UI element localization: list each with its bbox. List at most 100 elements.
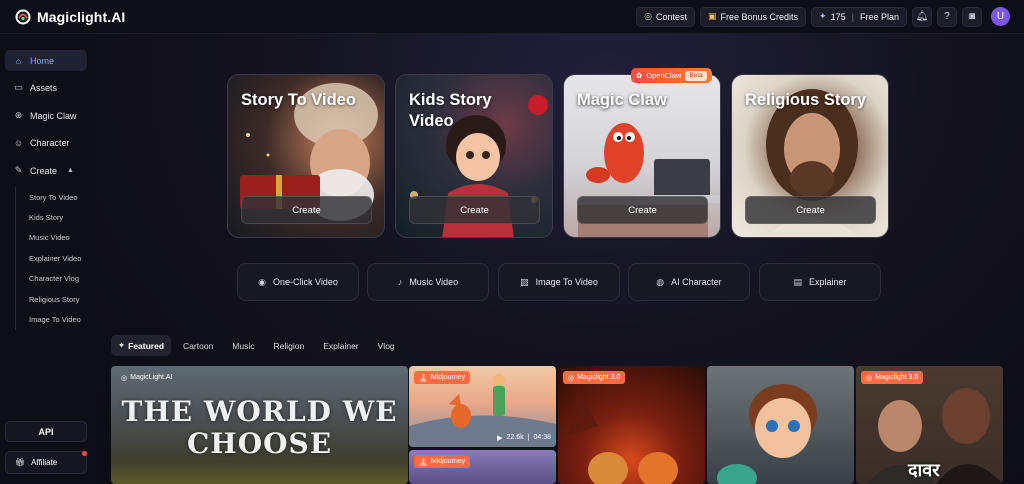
- subnav-character-vlog[interactable]: Character Vlog: [16, 269, 95, 289]
- sidebar-item-label: Home: [30, 55, 55, 66]
- gallery-item[interactable]: [707, 366, 854, 484]
- tab-vlog[interactable]: Vlog: [371, 335, 402, 356]
- home-icon: ⌂: [15, 55, 22, 66]
- contest-icon: ◎: [644, 11, 652, 21]
- gallery-item[interactable]: ◎ Magiclight 3.0: [558, 366, 705, 484]
- subnav-explainer-video[interactable]: Explainer Video: [16, 248, 95, 268]
- openclaw-badge: ✿ OpenClaw Beta: [631, 68, 712, 83]
- boy-illustration: [717, 384, 817, 484]
- brand[interactable]: Magiclight.AI: [0, 9, 125, 25]
- api-button[interactable]: API: [5, 421, 87, 442]
- card-title: Religious Story: [745, 91, 867, 109]
- music-video-button[interactable]: ♪ Music Video: [367, 263, 489, 301]
- book-icon: ▤: [793, 276, 802, 287]
- divider: |: [527, 434, 530, 441]
- quick-action-label: AI Character: [671, 277, 722, 287]
- sidebar-item-assets[interactable]: ▭ Assets: [5, 77, 87, 98]
- affiliate-button[interactable]: 🎁︎ Affiliate: [5, 451, 87, 474]
- claw-icon: ✿: [636, 71, 643, 80]
- video-title-overlay: THE WORLD WE CHOOSE: [121, 395, 398, 460]
- sidebar-item-create[interactable]: ✎ Create ▲: [5, 160, 87, 181]
- subnav-religious-story[interactable]: Religious Story: [16, 289, 95, 309]
- feature-card-story-to-video[interactable]: Story To Video Create: [227, 74, 385, 238]
- gallery-item[interactable]: ◎ MagicLight.AI THE WORLD WE CHOOSE: [111, 366, 408, 484]
- badge-label: Midjourney: [430, 374, 466, 381]
- subnav-music-video[interactable]: Music Video: [16, 228, 95, 248]
- source-badge: ⛵︎ Midjourney: [414, 371, 471, 384]
- avatar[interactable]: U: [991, 7, 1010, 26]
- badge-label: MagicLight.AI: [130, 374, 173, 381]
- sidebar: ⌂ Home ▭ Assets ⊛ Magic Claw ☺ Character…: [0, 34, 96, 484]
- tab-cartoon[interactable]: Cartoon: [176, 335, 220, 356]
- tab-explainer[interactable]: Explainer: [316, 335, 365, 356]
- character-icon: ☺: [13, 137, 24, 148]
- gift-icon: 🎁︎: [15, 458, 26, 467]
- sidebar-item-label: Character: [30, 137, 70, 148]
- sidebar-item-home[interactable]: ⌂ Home: [5, 50, 87, 71]
- sidebar-item-label: Magic Claw: [30, 110, 77, 121]
- chevron-up-icon: ▲: [67, 167, 74, 174]
- contest-label: Contest: [655, 11, 687, 22]
- one-click-video-button[interactable]: ◉ One-Click Video: [237, 263, 359, 301]
- brand-name: Magiclight.AI: [37, 8, 126, 25]
- quick-action-label: Music Video: [409, 277, 459, 287]
- gallery-item[interactable]: ⛵︎ Midjourney ▶ 22.6k | 04:38: [409, 366, 556, 447]
- magiclight-logo-icon: ◎: [121, 374, 128, 382]
- discord-icon: ◙: [968, 11, 976, 22]
- openclaw-label: OpenClaw: [646, 71, 682, 80]
- create-button[interactable]: Create: [241, 196, 372, 224]
- credits-star-icon: ✦: [819, 11, 827, 21]
- midjourney-icon: ⛵︎: [419, 374, 428, 382]
- views-count: 22.6k: [506, 434, 524, 441]
- gallery-item[interactable]: ⛵︎ Midjourney: [409, 450, 556, 484]
- credits-count: 175: [830, 11, 846, 22]
- create-button[interactable]: Create: [577, 196, 708, 224]
- help-button[interactable]: ?: [937, 6, 957, 27]
- folder-icon: ▭: [14, 82, 23, 92]
- music-note-icon: ♪: [397, 277, 403, 287]
- card-title: Kids Story Video: [409, 91, 492, 130]
- source-badge: ⛵︎ Midjourney: [414, 455, 471, 468]
- free-bonus-credits-button[interactable]: ▣ Free Bonus Credits: [699, 6, 807, 27]
- ai-character-button[interactable]: ◍ AI Character: [628, 263, 750, 301]
- create-icon: ✎: [14, 165, 23, 175]
- discord-button[interactable]: ◙: [962, 6, 982, 27]
- sidebar-item-magic-claw[interactable]: ⊛ Magic Claw: [5, 105, 87, 126]
- top-bar: Magiclight.AI ◎ Contest ▣ Free Bonus Cre…: [0, 0, 1024, 34]
- card-title: Story To Video: [241, 91, 356, 109]
- gallery-item[interactable]: ◎ Magiclight 3.0 दावर: [856, 366, 1003, 484]
- notifications-button[interactable]: 🔔︎: [912, 6, 932, 27]
- subnav-kids-story[interactable]: Kids Story: [16, 207, 95, 227]
- video-caption: दावर: [908, 460, 940, 480]
- feature-card-magic-claw[interactable]: Magic Claw Create: [563, 74, 721, 238]
- gift-icon: ▣: [707, 11, 717, 21]
- quick-action-label: Image To Video: [535, 277, 598, 287]
- help-icon: ?: [944, 11, 950, 22]
- tab-religion[interactable]: Religion: [266, 335, 311, 356]
- create-submenu: Story To Video Kids Story Music Video Ex…: [15, 187, 95, 330]
- image-to-video-button[interactable]: ▨ Image To Video: [498, 263, 620, 301]
- create-button[interactable]: Create: [409, 196, 540, 224]
- claw-icon: ⊛: [14, 110, 23, 120]
- subnav-image-to-video[interactable]: Image To Video: [16, 309, 95, 329]
- image-icon: ▨: [520, 276, 529, 287]
- sidebar-item-label: Create: [30, 165, 58, 176]
- source-badge: ◎ Magiclight 3.0: [563, 371, 626, 384]
- magiclight-logo-icon: [15, 9, 31, 24]
- feature-card-kids-story-video[interactable]: Kids Story Video Create: [395, 74, 553, 238]
- sidebar-item-character[interactable]: ☺ Character: [5, 132, 87, 153]
- tab-music[interactable]: Music: [225, 335, 261, 356]
- subnav-story-to-video[interactable]: Story To Video: [16, 187, 95, 207]
- category-tabs: ✦ Featured Cartoon Music Religion Explai…: [111, 335, 402, 356]
- tab-featured[interactable]: ✦ Featured: [111, 335, 172, 356]
- credits-plan-button[interactable]: ✦ 175 | Free Plan: [811, 6, 907, 27]
- create-button[interactable]: Create: [745, 196, 876, 224]
- bonus-label: Free Bonus Credits: [720, 11, 799, 22]
- video-duration: 04:38: [533, 434, 551, 441]
- badge-label: Magiclight 3.0: [577, 374, 621, 381]
- divider: |: [851, 11, 854, 22]
- contest-button[interactable]: ◎ Contest: [636, 6, 695, 27]
- quick-action-label: One-Click Video: [272, 277, 338, 287]
- explainer-button[interactable]: ▤ Explainer: [759, 263, 881, 301]
- feature-card-religious-story[interactable]: Religious Story Create: [731, 74, 889, 238]
